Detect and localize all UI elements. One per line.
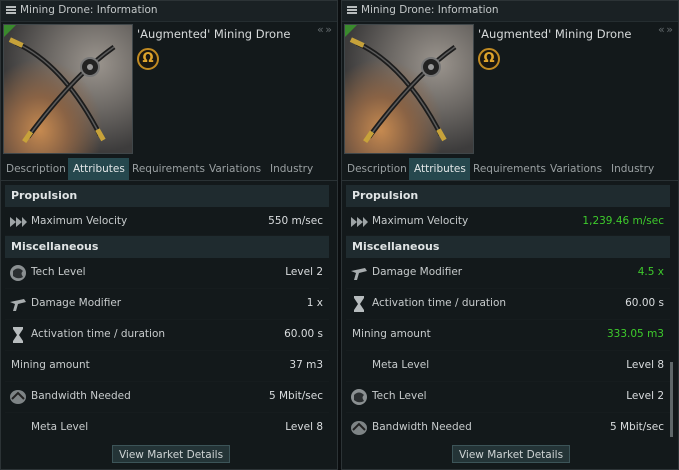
attribute-value: Level 2 <box>285 266 323 278</box>
attribute-row[interactable]: Tech Level Level 2 <box>346 382 670 413</box>
item-name: 'Augmented' Mining Drone <box>478 27 632 41</box>
tab-description[interactable]: Description <box>342 158 409 180</box>
attribute-label: Bandwidth Needed <box>31 390 131 402</box>
tech-level-icon <box>10 265 26 281</box>
attribute-label: Tech Level <box>31 266 86 278</box>
tech-corner-icon <box>345 25 357 37</box>
section-header[interactable]: Propulsion <box>346 185 670 207</box>
attribute-value: 5 Mbit/sec <box>268 390 323 402</box>
hourglass-icon <box>354 296 364 312</box>
tab-variations[interactable]: Variations <box>545 158 606 180</box>
attribute-label: Maximum Velocity <box>31 215 128 227</box>
tab-description[interactable]: Description <box>1 158 68 180</box>
item-name: 'Augmented' Mining Drone <box>137 27 291 41</box>
attribute-label: Bandwidth Needed <box>372 421 472 433</box>
attribute-value: 333.05 m3 <box>607 328 664 340</box>
tab-requirements[interactable]: Requirements <box>127 158 206 180</box>
attribute-label: Mining amount <box>352 328 431 340</box>
attribute-row[interactable]: Damage Modifier 4.5 x <box>346 258 670 289</box>
window-titlebar[interactable]: Mining Drone: Information <box>342 1 678 22</box>
drone-image <box>349 37 457 144</box>
info-window-left: Mining Drone: Information « » 'Augmented… <box>0 0 338 470</box>
attribute-row[interactable]: Meta Level Level 8 <box>346 351 670 382</box>
attribute-list[interactable]: Propulsion Maximum Velocity 550 m/sec Mi… <box>5 185 329 437</box>
attribute-row[interactable]: Maximum Velocity 550 m/sec <box>5 207 329 236</box>
menu-icon[interactable] <box>347 6 357 15</box>
attribute-row[interactable]: Damage Modifier 1 x <box>5 289 329 320</box>
attribute-label: Maximum Velocity <box>372 215 469 227</box>
tech-level-icon <box>351 389 367 405</box>
attribute-value: 1,239.46 m/sec <box>582 215 664 227</box>
attribute-value: Level 2 <box>626 390 664 402</box>
collapse-icon[interactable]: « » <box>317 23 332 36</box>
attribute-label: Meta Level <box>372 359 430 371</box>
tech-corner-icon <box>4 25 16 37</box>
omega-badge-icon[interactable]: Ω <box>137 48 159 70</box>
window-titlebar[interactable]: Mining Drone: Information <box>1 1 337 22</box>
section-header[interactable]: Propulsion <box>5 185 329 207</box>
attribute-label: Mining amount <box>11 359 90 371</box>
attribute-label: Damage Modifier <box>31 297 122 309</box>
drone-image <box>8 37 116 144</box>
attribute-row[interactable]: Tech Level Level 2 <box>5 258 329 289</box>
tab-industry[interactable]: Industry <box>606 158 657 180</box>
hourglass-icon <box>13 327 23 343</box>
attribute-row[interactable]: Bandwidth Needed 5 Mbit/sec <box>346 413 670 437</box>
tab-attributes[interactable]: Attributes <box>409 158 470 180</box>
attribute-value: 5 Mbit/sec <box>609 421 664 433</box>
attribute-value: 37 m3 <box>289 359 323 371</box>
attribute-row[interactable]: Activation time / duration 60.00 s <box>5 320 329 351</box>
velocity-icon <box>10 217 27 227</box>
attribute-row[interactable]: Bandwidth Needed 5 Mbit/sec <box>5 382 329 413</box>
window-title: Mining Drone: Information <box>20 4 158 16</box>
attribute-value: 60.00 s <box>284 328 323 340</box>
tab-variations[interactable]: Variations <box>204 158 265 180</box>
attribute-value: 4.5 x <box>637 266 664 278</box>
attribute-row[interactable]: Meta Level Level 8 <box>5 413 329 437</box>
bandwidth-icon <box>351 421 367 435</box>
attribute-value: 550 m/sec <box>268 215 323 227</box>
section-header[interactable]: Miscellaneous <box>5 236 329 258</box>
damage-modifier-icon <box>351 268 367 280</box>
tab-bar: Description Attributes Requirements Vari… <box>342 158 678 181</box>
view-market-details-button[interactable]: View Market Details <box>112 445 230 463</box>
window-footer: View Market Details <box>342 439 678 469</box>
item-image <box>344 24 474 154</box>
attribute-row[interactable]: Mining amount 37 m3 <box>5 351 329 382</box>
bandwidth-icon <box>10 390 26 404</box>
attribute-label: Damage Modifier <box>372 266 463 278</box>
attribute-value: 60.00 s <box>625 297 664 309</box>
info-window-right: Mining Drone: Information « » 'Augmented… <box>341 0 679 470</box>
attribute-row[interactable]: Maximum Velocity 1,239.46 m/sec <box>346 207 670 236</box>
attribute-label: Activation time / duration <box>372 297 507 309</box>
view-market-details-button[interactable]: View Market Details <box>452 445 570 463</box>
attribute-label: Tech Level <box>372 390 427 402</box>
attribute-label: Meta Level <box>31 421 89 433</box>
attribute-value: Level 8 <box>626 359 664 371</box>
attribute-row[interactable]: Mining amount 333.05 m3 <box>346 320 670 351</box>
collapse-icon[interactable]: « » <box>658 23 673 36</box>
item-image <box>3 24 133 154</box>
tab-bar: Description Attributes Requirements Vari… <box>1 158 337 181</box>
attribute-label: Activation time / duration <box>31 328 166 340</box>
attribute-value: Level 8 <box>285 421 323 433</box>
tab-attributes[interactable]: Attributes <box>68 158 129 180</box>
menu-icon[interactable] <box>6 6 16 15</box>
attribute-value: 1 x <box>306 297 323 309</box>
window-footer: View Market Details <box>1 439 337 469</box>
omega-badge-icon[interactable]: Ω <box>478 48 500 70</box>
window-title: Mining Drone: Information <box>361 4 499 16</box>
attribute-list[interactable]: Propulsion Maximum Velocity 1,239.46 m/s… <box>346 185 670 437</box>
scrollbar[interactable] <box>670 362 673 437</box>
section-header[interactable]: Miscellaneous <box>346 236 670 258</box>
damage-modifier-icon <box>10 299 26 311</box>
velocity-icon <box>351 217 368 227</box>
tab-requirements[interactable]: Requirements <box>468 158 547 180</box>
attribute-row[interactable]: Activation time / duration 60.00 s <box>346 289 670 320</box>
tab-industry[interactable]: Industry <box>265 158 316 180</box>
